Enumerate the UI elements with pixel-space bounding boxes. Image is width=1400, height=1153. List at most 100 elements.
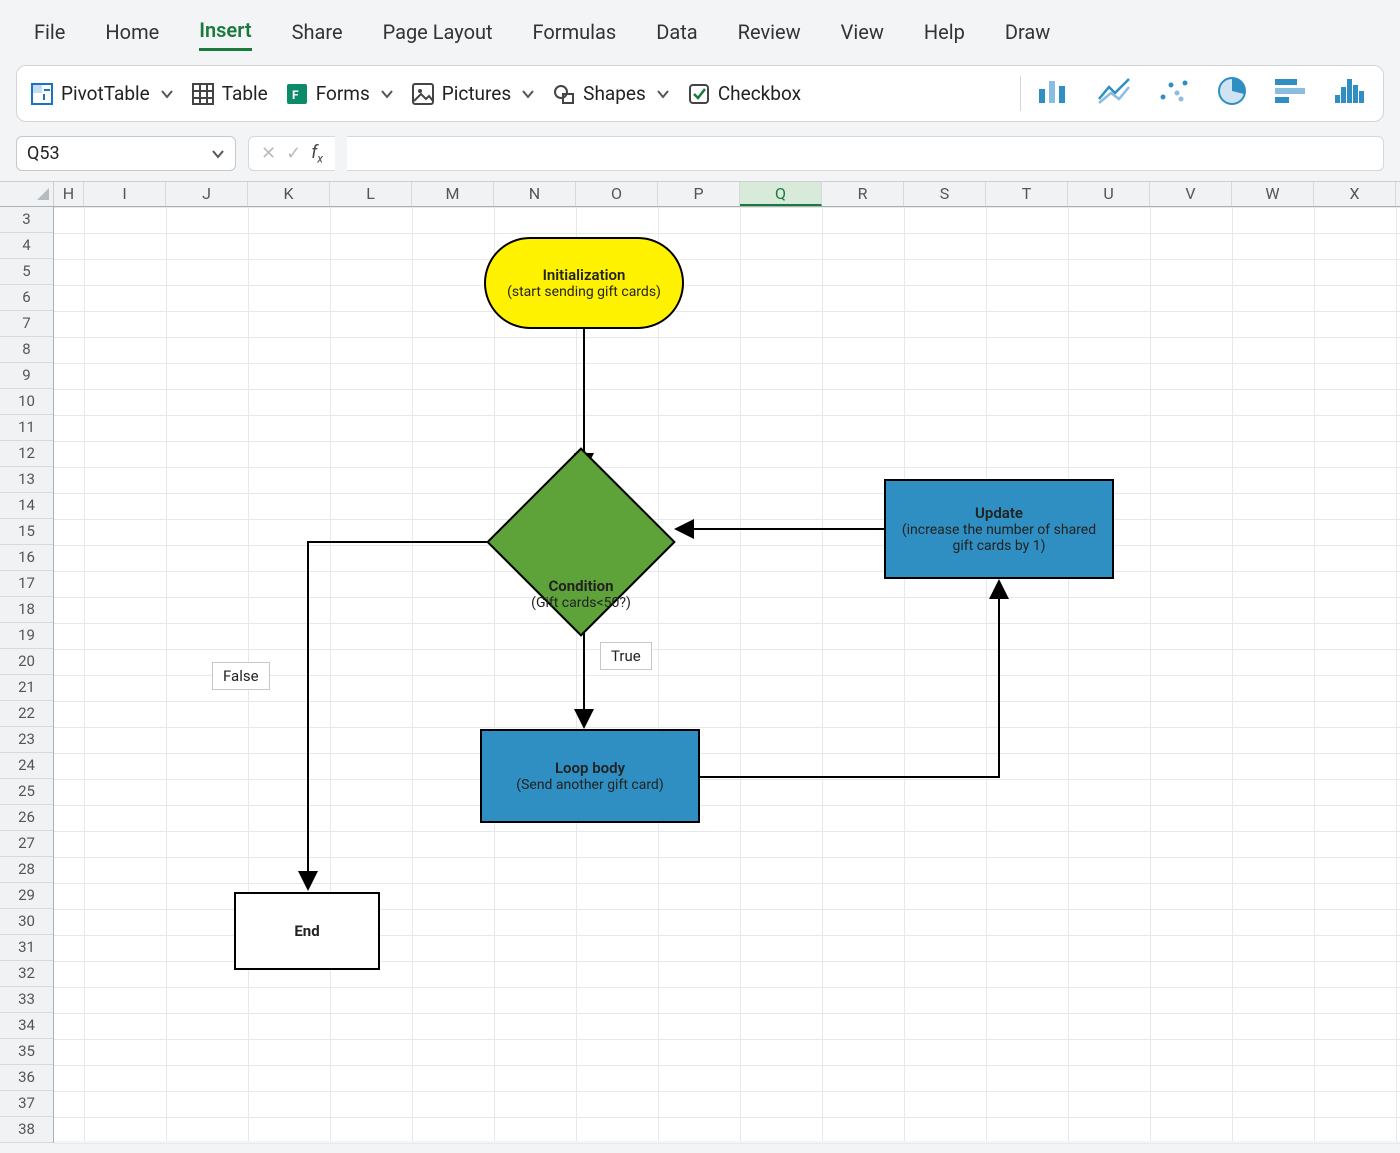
row-header-24[interactable]: 24 [0, 753, 53, 779]
flowchart-end-shape[interactable]: End [234, 892, 380, 970]
col-header-S[interactable]: S [904, 182, 986, 206]
col-header-V[interactable]: V [1150, 182, 1232, 206]
row-header-36[interactable]: 36 [0, 1065, 53, 1091]
row-header-12[interactable]: 12 [0, 441, 53, 467]
menu-help[interactable]: Help [924, 20, 965, 50]
col-header-U[interactable]: U [1068, 182, 1150, 206]
menu-page-layout[interactable]: Page Layout [383, 20, 493, 50]
menu-data[interactable]: Data [656, 20, 697, 50]
row-header-13[interactable]: 13 [0, 467, 53, 493]
false-label[interactable]: False [212, 662, 270, 690]
row-header-26[interactable]: 26 [0, 805, 53, 831]
menu-share[interactable]: Share [292, 20, 343, 50]
row-header-19[interactable]: 19 [0, 623, 53, 649]
condition-sub: (Gift cards<50?) [531, 595, 631, 611]
row-header-28[interactable]: 28 [0, 857, 53, 883]
col-header-Q[interactable]: Q [740, 182, 822, 206]
row-header-8[interactable]: 8 [0, 337, 53, 363]
row-header-14[interactable]: 14 [0, 493, 53, 519]
col-header-K[interactable]: K [248, 182, 330, 206]
scatter-chart-icon[interactable] [1157, 77, 1191, 110]
row-header-30[interactable]: 30 [0, 909, 53, 935]
row-header-16[interactable]: 16 [0, 545, 53, 571]
row-header-37[interactable]: 37 [0, 1091, 53, 1117]
col-header-O[interactable]: O [576, 182, 658, 206]
formula-bar[interactable] [347, 136, 1384, 171]
menu-view[interactable]: View [841, 20, 884, 50]
col-header-M[interactable]: M [412, 182, 494, 206]
update-sub: (increase the number of shared gift card… [890, 522, 1108, 554]
col-header-H[interactable]: H [54, 182, 84, 206]
svg-text:F: F [292, 88, 299, 102]
menu-review[interactable]: Review [738, 20, 801, 50]
bar-chart-icon[interactable] [1275, 77, 1309, 110]
accept-icon[interactable]: ✓ [286, 143, 301, 164]
row-header-3[interactable]: 3 [0, 207, 53, 233]
true-label[interactable]: True [600, 642, 652, 670]
col-header-J[interactable]: J [166, 182, 248, 206]
row-header-21[interactable]: 21 [0, 675, 53, 701]
row-header-25[interactable]: 25 [0, 779, 53, 805]
row-header-18[interactable]: 18 [0, 597, 53, 623]
flowchart-loop-shape[interactable]: Loop body (Send another gift card) [480, 729, 700, 823]
end-title: End [294, 922, 319, 940]
checkbox-button[interactable]: Checkbox [688, 82, 801, 105]
menu-file[interactable]: File [34, 20, 65, 50]
col-header-T[interactable]: T [986, 182, 1068, 206]
update-title: Update [975, 504, 1023, 522]
pie-chart-icon[interactable] [1217, 76, 1249, 111]
col-header-W[interactable]: W [1232, 182, 1314, 206]
pictures-label: Pictures [442, 82, 511, 105]
row-header-20[interactable]: 20 [0, 649, 53, 675]
col-header-L[interactable]: L [330, 182, 412, 206]
pictures-button[interactable]: Pictures [412, 82, 535, 105]
row-header-38[interactable]: 38 [0, 1117, 53, 1143]
menu-insert[interactable]: Insert [199, 18, 251, 51]
forms-button[interactable]: F Forms [286, 82, 394, 105]
flowchart-condition-shape[interactable]: Condition (Gift cards<50?) [486, 462, 676, 622]
row-header-15[interactable]: 15 [0, 519, 53, 545]
col-header-N[interactable]: N [494, 182, 576, 206]
line-chart-icon[interactable] [1097, 77, 1131, 110]
row-header-35[interactable]: 35 [0, 1039, 53, 1065]
row-header-17[interactable]: 17 [0, 571, 53, 597]
col-header-I[interactable]: I [84, 182, 166, 206]
column-chart-icon[interactable] [1037, 77, 1071, 110]
fx-icon[interactable]: fx [311, 142, 323, 166]
row-header-10[interactable]: 10 [0, 389, 53, 415]
table-label: Table [222, 82, 268, 105]
menu-draw[interactable]: Draw [1005, 20, 1050, 50]
row-header-5[interactable]: 5 [0, 259, 53, 285]
row-header-29[interactable]: 29 [0, 883, 53, 909]
name-box[interactable]: Q53 [16, 136, 236, 171]
row-header-32[interactable]: 32 [0, 961, 53, 987]
flowchart-init-shape[interactable]: Initialization (start sending gift cards… [484, 237, 684, 329]
row-header-34[interactable]: 34 [0, 1013, 53, 1039]
chevron-down-icon [521, 87, 535, 101]
row-header-27[interactable]: 27 [0, 831, 53, 857]
row-header-7[interactable]: 7 [0, 311, 53, 337]
flowchart-update-shape[interactable]: Update (increase the number of shared gi… [884, 479, 1114, 579]
select-all-corner[interactable] [0, 182, 54, 206]
shapes-button[interactable]: Shapes [553, 82, 670, 105]
menu-home[interactable]: Home [105, 20, 159, 50]
col-header-P[interactable]: P [658, 182, 740, 206]
menu-bar: File Home Insert Share Page Layout Formulas Da… [0, 0, 1400, 65]
row-header-31[interactable]: 31 [0, 935, 53, 961]
row-header-11[interactable]: 11 [0, 415, 53, 441]
cancel-icon[interactable]: ✕ [261, 143, 276, 164]
row-header-6[interactable]: 6 [0, 285, 53, 311]
col-header-X[interactable]: X [1314, 182, 1396, 206]
row-header-23[interactable]: 23 [0, 727, 53, 753]
row-header-9[interactable]: 9 [0, 363, 53, 389]
histogram-chart-icon[interactable] [1335, 77, 1369, 110]
chevron-down-icon [211, 147, 225, 161]
col-header-R[interactable]: R [822, 182, 904, 206]
row-header-33[interactable]: 33 [0, 987, 53, 1013]
menu-formulas[interactable]: Formulas [533, 20, 617, 50]
spreadsheet-grid[interactable]: HIJKLMNOPQRSTUVWX 3456789101112131415161… [0, 181, 1400, 1141]
row-header-4[interactable]: 4 [0, 233, 53, 259]
row-header-22[interactable]: 22 [0, 701, 53, 727]
table-button[interactable]: Table [192, 82, 268, 105]
pivot-table-button[interactable]: PivotTable [31, 82, 174, 105]
